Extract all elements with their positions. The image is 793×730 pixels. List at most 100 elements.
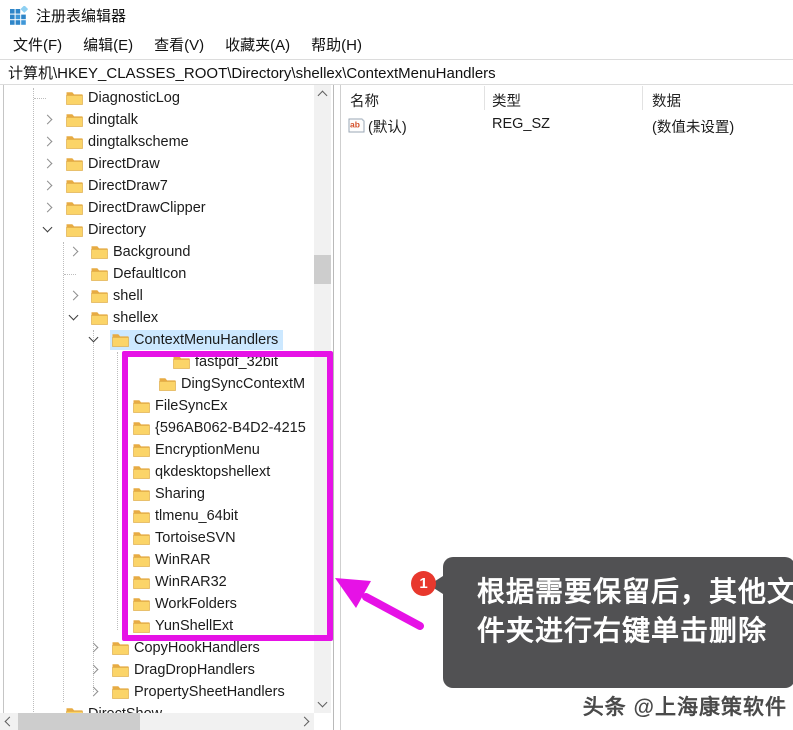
tree-item-label[interactable]: Directory — [88, 220, 146, 240]
tree-item-body[interactable]: dingtalkscheme — [64, 132, 194, 152]
tree-item-label[interactable]: DiagnosticLog — [88, 88, 180, 108]
tree-item-body[interactable]: DirectDraw — [64, 154, 165, 174]
collapse-chevron-icon[interactable] — [89, 333, 99, 343]
expand-chevron-icon[interactable] — [43, 115, 53, 125]
tree-item-diagnosticlog[interactable]: DiagnosticLog — [0, 87, 333, 109]
expand-chevron-icon[interactable] — [43, 203, 53, 213]
folder-icon — [66, 223, 83, 237]
annotation-text-line1: 根据需要保留后，其他文 — [477, 572, 777, 611]
tree-item-label[interactable]: Background — [113, 242, 190, 262]
folder-icon — [66, 201, 83, 215]
scroll-up-icon[interactable] — [318, 91, 328, 101]
menu-view[interactable]: 查看(V) — [150, 31, 208, 58]
address-bar[interactable]: 计算机\HKEY_CLASSES_ROOT\Directory\shellex\… — [0, 60, 793, 84]
expand-chevron-icon[interactable] — [69, 291, 79, 301]
tree-item-body[interactable]: DirectDraw7 — [64, 176, 173, 196]
column-separator[interactable] — [642, 86, 643, 110]
tree-item-label[interactable]: DirectDrawClipper — [88, 198, 206, 218]
collapse-chevron-icon[interactable] — [43, 223, 53, 233]
tree-item-label[interactable]: PropertySheetHandlers — [134, 682, 285, 702]
tree-item-shell[interactable]: shell — [0, 285, 333, 307]
tree-item-label[interactable]: dingtalkscheme — [88, 132, 189, 152]
string-value-icon: ab — [348, 118, 365, 133]
expand-chevron-icon[interactable] — [43, 159, 53, 169]
tree-item-body[interactable]: DragDropHandlers — [110, 660, 260, 680]
menu-file[interactable]: 文件(F) — [9, 31, 66, 58]
folder-icon — [112, 663, 129, 677]
column-header-name[interactable]: 名称 — [350, 90, 379, 111]
horizontal-scroll-thumb[interactable] — [18, 713, 140, 730]
tree-item-label[interactable]: shell — [113, 286, 143, 306]
scroll-right-icon[interactable] — [300, 717, 310, 727]
folder-icon — [66, 179, 83, 193]
expand-chevron-icon[interactable] — [69, 247, 79, 257]
tree-item-label[interactable]: ContextMenuHandlers — [134, 330, 278, 350]
tree-item-propertysheethandlers[interactable]: PropertySheetHandlers — [0, 681, 333, 703]
column-header-type[interactable]: 类型 — [492, 90, 521, 111]
tree-item-body[interactable]: DiagnosticLog — [64, 88, 185, 108]
tree-item-directdraw7[interactable]: DirectDraw7 — [0, 175, 333, 197]
tree-item-body[interactable]: Background — [89, 242, 195, 262]
tree-item-label[interactable]: DirectDraw — [88, 154, 160, 174]
tree-item-directory[interactable]: Directory — [0, 219, 333, 241]
value-type: REG_SZ — [492, 116, 550, 132]
tree-item-dingtalkscheme[interactable]: dingtalkscheme — [0, 131, 333, 153]
tree-horizontal-scrollbar[interactable] — [0, 713, 314, 730]
scroll-left-icon[interactable] — [5, 717, 15, 727]
folder-icon — [66, 135, 83, 149]
tree-item-label[interactable]: DragDropHandlers — [134, 660, 255, 680]
expand-chevron-icon[interactable] — [89, 643, 99, 653]
tree-item-directdrawclipper[interactable]: DirectDrawClipper — [0, 197, 333, 219]
tree-item-label[interactable]: DirectDraw7 — [88, 176, 168, 196]
tree-item-body[interactable]: CopyHookHandlers — [110, 638, 265, 658]
tree-item-body[interactable]: DefaultIcon — [89, 264, 191, 284]
tree-item-background[interactable]: Background — [0, 241, 333, 263]
tree-item-body[interactable]: Directory — [64, 220, 151, 240]
tree-item-label[interactable]: dingtalk — [88, 110, 138, 130]
value-row[interactable]: ab — [348, 114, 365, 136]
annotation-text-line2: 件夹进行右键单击删除 — [477, 611, 777, 650]
tree-item-body[interactable]: shellex — [89, 308, 163, 328]
watermark-text: 头条 @上海康策软件 — [583, 691, 787, 721]
tree-item-body[interactable]: ContextMenuHandlers — [110, 330, 283, 350]
folder-icon — [91, 311, 108, 325]
column-header-data[interactable]: 数据 — [652, 90, 681, 111]
tree-item-body[interactable]: DirectDrawClipper — [64, 198, 211, 218]
menu-edit[interactable]: 编辑(E) — [79, 31, 137, 58]
registry-path[interactable]: 计算机\HKEY_CLASSES_ROOT\Directory\shellex\… — [8, 62, 496, 83]
tree-item-dingtalk[interactable]: dingtalk — [0, 109, 333, 131]
tree-item-label[interactable]: CopyHookHandlers — [134, 638, 260, 658]
menu-help[interactable]: 帮助(H) — [307, 31, 366, 58]
tree-item-defaulticon[interactable]: DefaultIcon — [0, 263, 333, 285]
folder-icon — [112, 641, 129, 655]
expand-chevron-icon[interactable] — [43, 181, 53, 191]
folder-icon — [66, 157, 83, 171]
expand-chevron-icon[interactable] — [89, 665, 99, 675]
folder-icon — [91, 245, 108, 259]
scroll-down-icon[interactable] — [318, 698, 328, 708]
tree-item-shellex[interactable]: shellex — [0, 307, 333, 329]
tree-item-body[interactable]: shell — [89, 286, 148, 306]
menu-favorites[interactable]: 收藏夹(A) — [221, 31, 294, 58]
column-separator[interactable] — [484, 86, 485, 110]
tree-item-dragdrophandlers[interactable]: DragDropHandlers — [0, 659, 333, 681]
collapse-chevron-icon[interactable] — [69, 311, 79, 321]
annotation-highlight-box — [122, 351, 333, 641]
expand-chevron-icon[interactable] — [89, 687, 99, 697]
tree-item-contextmenuhandlers[interactable]: ContextMenuHandlers — [0, 329, 333, 351]
tree-item-label[interactable]: shellex — [113, 308, 158, 328]
folder-icon — [66, 113, 83, 127]
expand-chevron-icon[interactable] — [43, 137, 53, 147]
registry-app-icon — [9, 6, 28, 25]
tree-item-body[interactable]: PropertySheetHandlers — [110, 682, 290, 702]
vertical-scroll-thumb[interactable] — [314, 255, 331, 284]
tree-item-body[interactable]: dingtalk — [64, 110, 143, 130]
tree-item-label[interactable]: DefaultIcon — [113, 264, 186, 284]
folder-icon — [91, 289, 108, 303]
registry-editor-window: 注册表编辑器 文件(F) 编辑(E) 查看(V) 收藏夹(A) 帮助(H) 计算… — [0, 0, 793, 730]
value-data: (数值未设置) — [652, 116, 734, 137]
annotation-bubble: 根据需要保留后，其他文 件夹进行右键单击删除 — [443, 557, 793, 688]
tree-item-directdraw[interactable]: DirectDraw — [0, 153, 333, 175]
value-name[interactable]: (默认) — [368, 116, 407, 137]
folder-icon — [91, 267, 108, 281]
